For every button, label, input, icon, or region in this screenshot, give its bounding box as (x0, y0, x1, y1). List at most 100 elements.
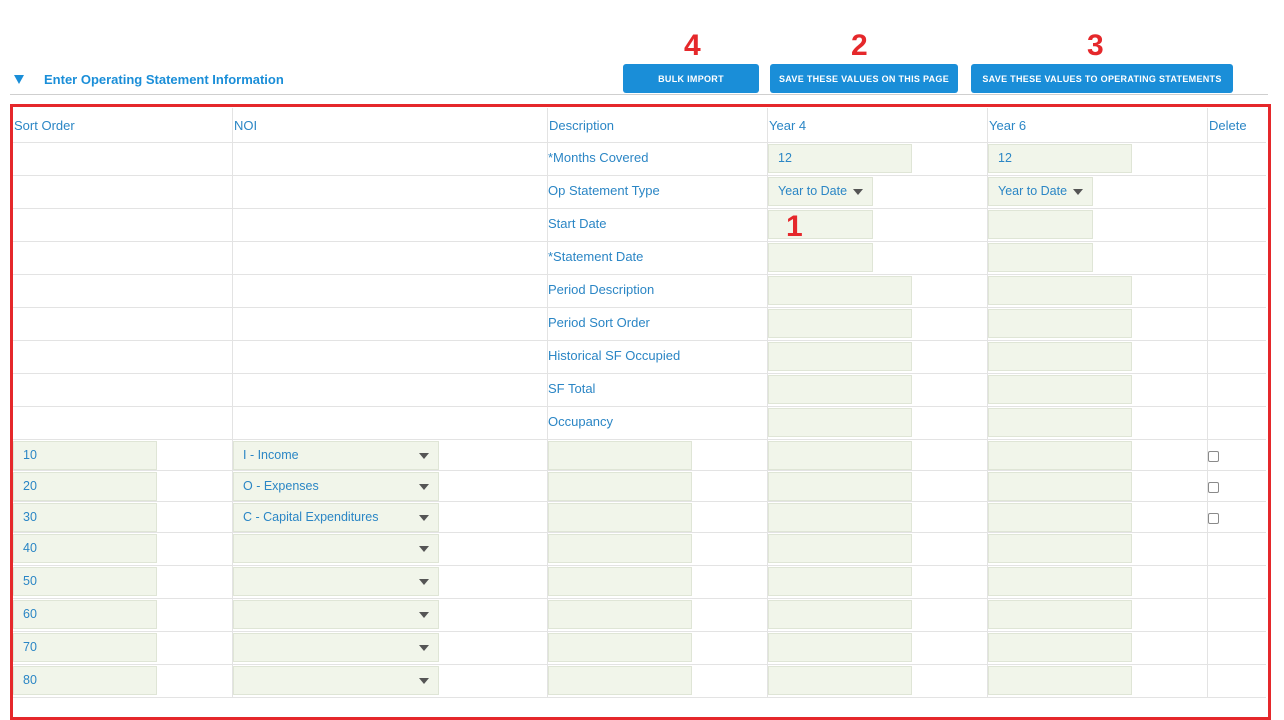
year-4-start-date-input[interactable] (768, 210, 873, 239)
row-label: SF Total (548, 381, 596, 396)
table-header-row: Sort Order NOI Description Year 4 Year 6… (13, 108, 1266, 143)
sort-order-input[interactable]: 60 (13, 600, 157, 629)
row-label: Start Date (548, 216, 607, 231)
col-header-description: Description (549, 118, 615, 133)
sort-order-input[interactable]: 30 (13, 503, 157, 532)
dropdown-arrow-icon (853, 189, 863, 195)
year-6-value-input[interactable] (988, 472, 1132, 501)
table-row: 50 (13, 565, 1266, 599)
meta-row-period-description: Period Description (13, 274, 1266, 308)
row-label: Historical SF Occupied (548, 348, 681, 363)
description-input[interactable] (548, 567, 692, 596)
year-4-sf-total-input[interactable] (768, 375, 912, 404)
sort-order-input[interactable]: 10 (13, 441, 157, 470)
table-row: 30 C - Capital Expenditures (13, 501, 1266, 533)
col-header-noi: NOI (234, 118, 258, 133)
select-value: Year to Date (778, 184, 848, 198)
row-label: Op Statement Type (548, 183, 660, 198)
delete-checkbox[interactable] (1208, 513, 1219, 524)
collapse-triangle-icon[interactable] (14, 74, 24, 84)
year-4-value-input[interactable] (768, 600, 912, 629)
table-row: 10 I - Income (13, 439, 1266, 471)
select-value: O - Expenses (243, 479, 319, 493)
description-input[interactable] (548, 503, 692, 532)
year-4-value-input[interactable] (768, 534, 912, 563)
year-4-period-description-input[interactable] (768, 276, 912, 305)
annotation-4: 4 (684, 29, 701, 62)
dropdown-arrow-icon (419, 546, 429, 552)
select-value: I - Income (243, 448, 299, 462)
meta-row-period-sort-order: Period Sort Order (13, 307, 1266, 341)
year-6-value-input[interactable] (988, 666, 1132, 695)
section-header[interactable]: Enter Operating Statement Information (14, 69, 284, 89)
delete-checkbox[interactable] (1208, 451, 1219, 462)
year-6-value-input[interactable] (988, 600, 1132, 629)
year-4-value-input[interactable] (768, 633, 912, 662)
description-input[interactable] (548, 472, 692, 501)
row-label: *Statement Date (548, 249, 644, 264)
year-4-period-sort-order-input[interactable] (768, 309, 912, 338)
noi-select[interactable] (233, 633, 439, 662)
col-header-delete: Delete (1209, 118, 1247, 133)
meta-row-start-date: Start Date (13, 208, 1266, 242)
year-6-value-input[interactable] (988, 534, 1132, 563)
sort-order-input[interactable]: 70 (13, 633, 157, 662)
noi-select[interactable] (233, 567, 439, 596)
noi-select[interactable]: C - Capital Expenditures (233, 503, 439, 532)
year-4-op-statement-type-select[interactable]: Year to Date (768, 177, 873, 206)
save-operating-statements-button[interactable]: SAVE THESE VALUES TO OPERATING STATEMENT… (971, 64, 1233, 93)
year-6-sf-total-input[interactable] (988, 375, 1132, 404)
noi-select[interactable] (233, 666, 439, 695)
row-label: Period Sort Order (548, 315, 650, 330)
meta-row-historical-sf-occupied: Historical SF Occupied (13, 340, 1266, 374)
year-4-value-input[interactable] (768, 503, 912, 532)
description-input[interactable] (548, 666, 692, 695)
meta-row-months-covered: *Months Covered 12 12 (13, 142, 1266, 176)
description-input[interactable] (548, 441, 692, 470)
noi-select[interactable] (233, 534, 439, 563)
year-4-value-input[interactable] (768, 567, 912, 596)
year-6-period-description-input[interactable] (988, 276, 1132, 305)
year-6-period-sort-order-input[interactable] (988, 309, 1132, 338)
section-title: Enter Operating Statement Information (44, 71, 284, 87)
sort-order-input[interactable]: 20 (13, 472, 157, 501)
year-4-statement-date-input[interactable] (768, 243, 873, 272)
col-header-year-6: Year 6 (989, 118, 1027, 133)
col-header-year-4: Year 4 (769, 118, 807, 133)
year-6-occupancy-input[interactable] (988, 408, 1132, 437)
year-4-months-covered-input[interactable]: 12 (768, 144, 912, 173)
year-4-occupancy-input[interactable] (768, 408, 912, 437)
bulk-import-button[interactable]: BULK IMPORT (623, 64, 759, 93)
row-label: Occupancy (548, 414, 614, 429)
meta-row-op-statement-type: Op Statement Type Year to Date Year to D… (13, 175, 1266, 209)
year-6-value-input[interactable] (988, 441, 1132, 470)
table-row: 80 (13, 664, 1266, 698)
table-row: 40 (13, 532, 1266, 566)
year-4-value-input[interactable] (768, 441, 912, 470)
year-6-op-statement-type-select[interactable]: Year to Date (988, 177, 1093, 206)
year-4-historical-sf-occupied-input[interactable] (768, 342, 912, 371)
year-6-value-input[interactable] (988, 567, 1132, 596)
year-4-value-input[interactable] (768, 666, 912, 695)
year-6-value-input[interactable] (988, 633, 1132, 662)
year-6-start-date-input[interactable] (988, 210, 1093, 239)
year-6-historical-sf-occupied-input[interactable] (988, 342, 1132, 371)
description-input[interactable] (548, 600, 692, 629)
year-6-statement-date-input[interactable] (988, 243, 1093, 272)
sort-order-input[interactable]: 80 (13, 666, 157, 695)
annotation-1: 1 (786, 210, 803, 243)
noi-select[interactable]: I - Income (233, 441, 439, 470)
save-page-button[interactable]: SAVE THESE VALUES ON THIS PAGE (770, 64, 958, 93)
sort-order-input[interactable]: 50 (13, 567, 157, 596)
description-input[interactable] (548, 534, 692, 563)
year-4-value-input[interactable] (768, 472, 912, 501)
year-6-months-covered-input[interactable]: 12 (988, 144, 1132, 173)
dropdown-arrow-icon (419, 515, 429, 521)
year-6-value-input[interactable] (988, 503, 1132, 532)
sort-order-input[interactable]: 40 (13, 534, 157, 563)
noi-select[interactable] (233, 600, 439, 629)
delete-checkbox[interactable] (1208, 482, 1219, 493)
dropdown-arrow-icon (419, 453, 429, 459)
noi-select[interactable]: O - Expenses (233, 472, 439, 501)
description-input[interactable] (548, 633, 692, 662)
